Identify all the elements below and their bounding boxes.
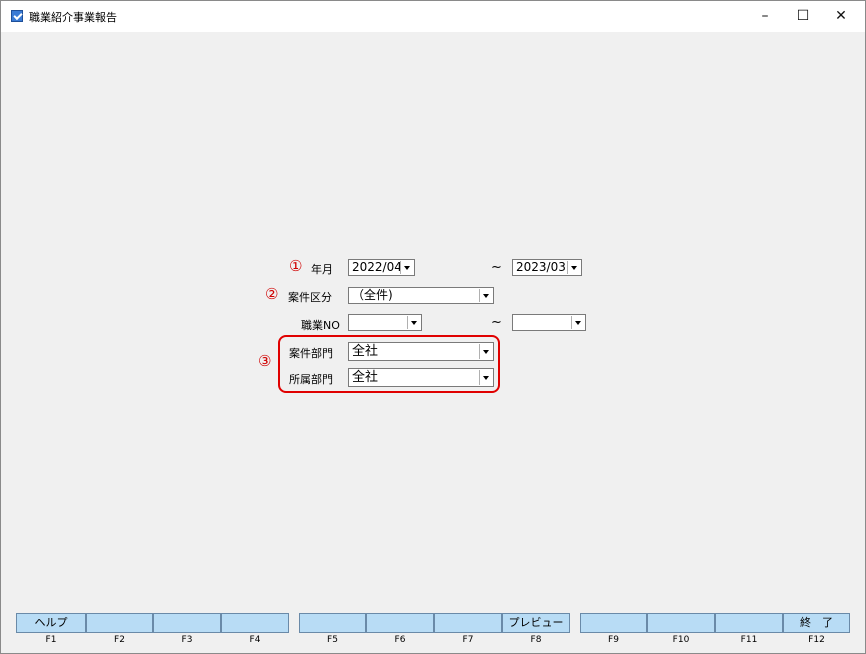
fkey-f8-label: F8 xyxy=(530,635,542,645)
chevron-down-icon[interactable] xyxy=(479,344,492,359)
job-no-label: 職業NO xyxy=(301,319,340,332)
window-title: 職業紹介事業報告 xyxy=(29,11,117,24)
app-icon xyxy=(11,10,23,22)
fkey-f9-button[interactable] xyxy=(580,613,647,633)
fkey-f6-label: F6 xyxy=(394,635,406,645)
marker-3: ③ xyxy=(258,352,272,370)
fkey-f8-button[interactable]: プレビュー xyxy=(502,613,570,633)
chevron-down-icon[interactable] xyxy=(479,289,492,302)
chevron-down-icon[interactable] xyxy=(571,316,584,329)
case-category-value: （全件) xyxy=(352,288,393,302)
year-month-from-value: 2022/04 xyxy=(352,260,402,274)
job-no-tilde: ~ xyxy=(491,315,502,330)
fkey-f4-label: F4 xyxy=(249,635,261,645)
fkey-f5-label: F5 xyxy=(327,635,338,645)
case-department-select[interactable]: 全社 xyxy=(348,342,494,361)
fkey-f3-button[interactable] xyxy=(153,613,221,633)
affiliation-department-select[interactable]: 全社 xyxy=(348,368,494,387)
fkey-f5-button[interactable] xyxy=(299,613,366,633)
fkey-f10-button[interactable] xyxy=(647,613,715,633)
close-button[interactable]: ✕ xyxy=(822,1,860,32)
case-department-value: 全社 xyxy=(352,344,379,359)
maximize-button[interactable]: ☐ xyxy=(784,1,822,32)
fkey-f3-label: F3 xyxy=(181,635,193,645)
year-month-tilde: ~ xyxy=(491,260,502,275)
minimize-button[interactable]: – xyxy=(746,1,784,32)
case-category-select[interactable]: （全件) xyxy=(348,287,494,304)
app-window: 職業紹介事業報告 – ☐ ✕ ① 年月 2022/04 ~ 2023/03 ② … xyxy=(0,0,866,654)
affiliation-department-value: 全社 xyxy=(352,370,379,385)
fkey-f7-label: F7 xyxy=(462,635,474,645)
marker-1: ① xyxy=(289,257,303,275)
fkey-f12-label: F12 xyxy=(808,635,825,645)
function-key-bar: ヘルプ プレビュー 終 了 F1 F2 F3 F4 F5 F6 F7 F8 F9… xyxy=(1,609,865,653)
fkey-f1-button[interactable]: ヘルプ xyxy=(16,613,86,633)
chevron-down-icon[interactable] xyxy=(400,261,413,274)
year-month-from-select[interactable]: 2022/04 xyxy=(348,259,415,276)
fkey-f6-button[interactable] xyxy=(366,613,434,633)
fkey-f10-label: F10 xyxy=(672,635,690,645)
fkey-f9-label: F9 xyxy=(608,635,619,645)
fkey-f4-button[interactable] xyxy=(221,613,289,633)
year-month-label: 年月 xyxy=(311,263,333,276)
case-category-label: 案件区分 xyxy=(288,291,332,304)
fkey-f12-button[interactable]: 終 了 xyxy=(783,613,850,633)
fkey-f1-label: F1 xyxy=(45,635,57,645)
job-no-to-select[interactable] xyxy=(512,314,586,331)
fkey-f7-button[interactable] xyxy=(434,613,502,633)
fkey-f2-label: F2 xyxy=(114,635,125,645)
case-department-label: 案件部門 xyxy=(289,347,333,360)
chevron-down-icon[interactable] xyxy=(479,370,492,385)
year-month-to-value: 2023/03 xyxy=(516,260,566,274)
marker-2: ② xyxy=(265,285,279,303)
chevron-down-icon[interactable] xyxy=(567,261,580,274)
fkey-f11-button[interactable] xyxy=(715,613,783,633)
title-bar[interactable]: 職業紹介事業報告 – ☐ ✕ xyxy=(1,1,865,32)
fkey-f2-button[interactable] xyxy=(86,613,153,633)
affiliation-department-label: 所属部門 xyxy=(289,373,333,386)
fkey-f11-label: F11 xyxy=(740,635,758,645)
chevron-down-icon[interactable] xyxy=(407,316,420,329)
job-no-from-select[interactable] xyxy=(348,314,422,331)
form-area: ① 年月 2022/04 ~ 2023/03 ② 案件区分 （全件) 職業NO … xyxy=(1,32,865,653)
year-month-to-select[interactable]: 2023/03 xyxy=(512,259,582,276)
